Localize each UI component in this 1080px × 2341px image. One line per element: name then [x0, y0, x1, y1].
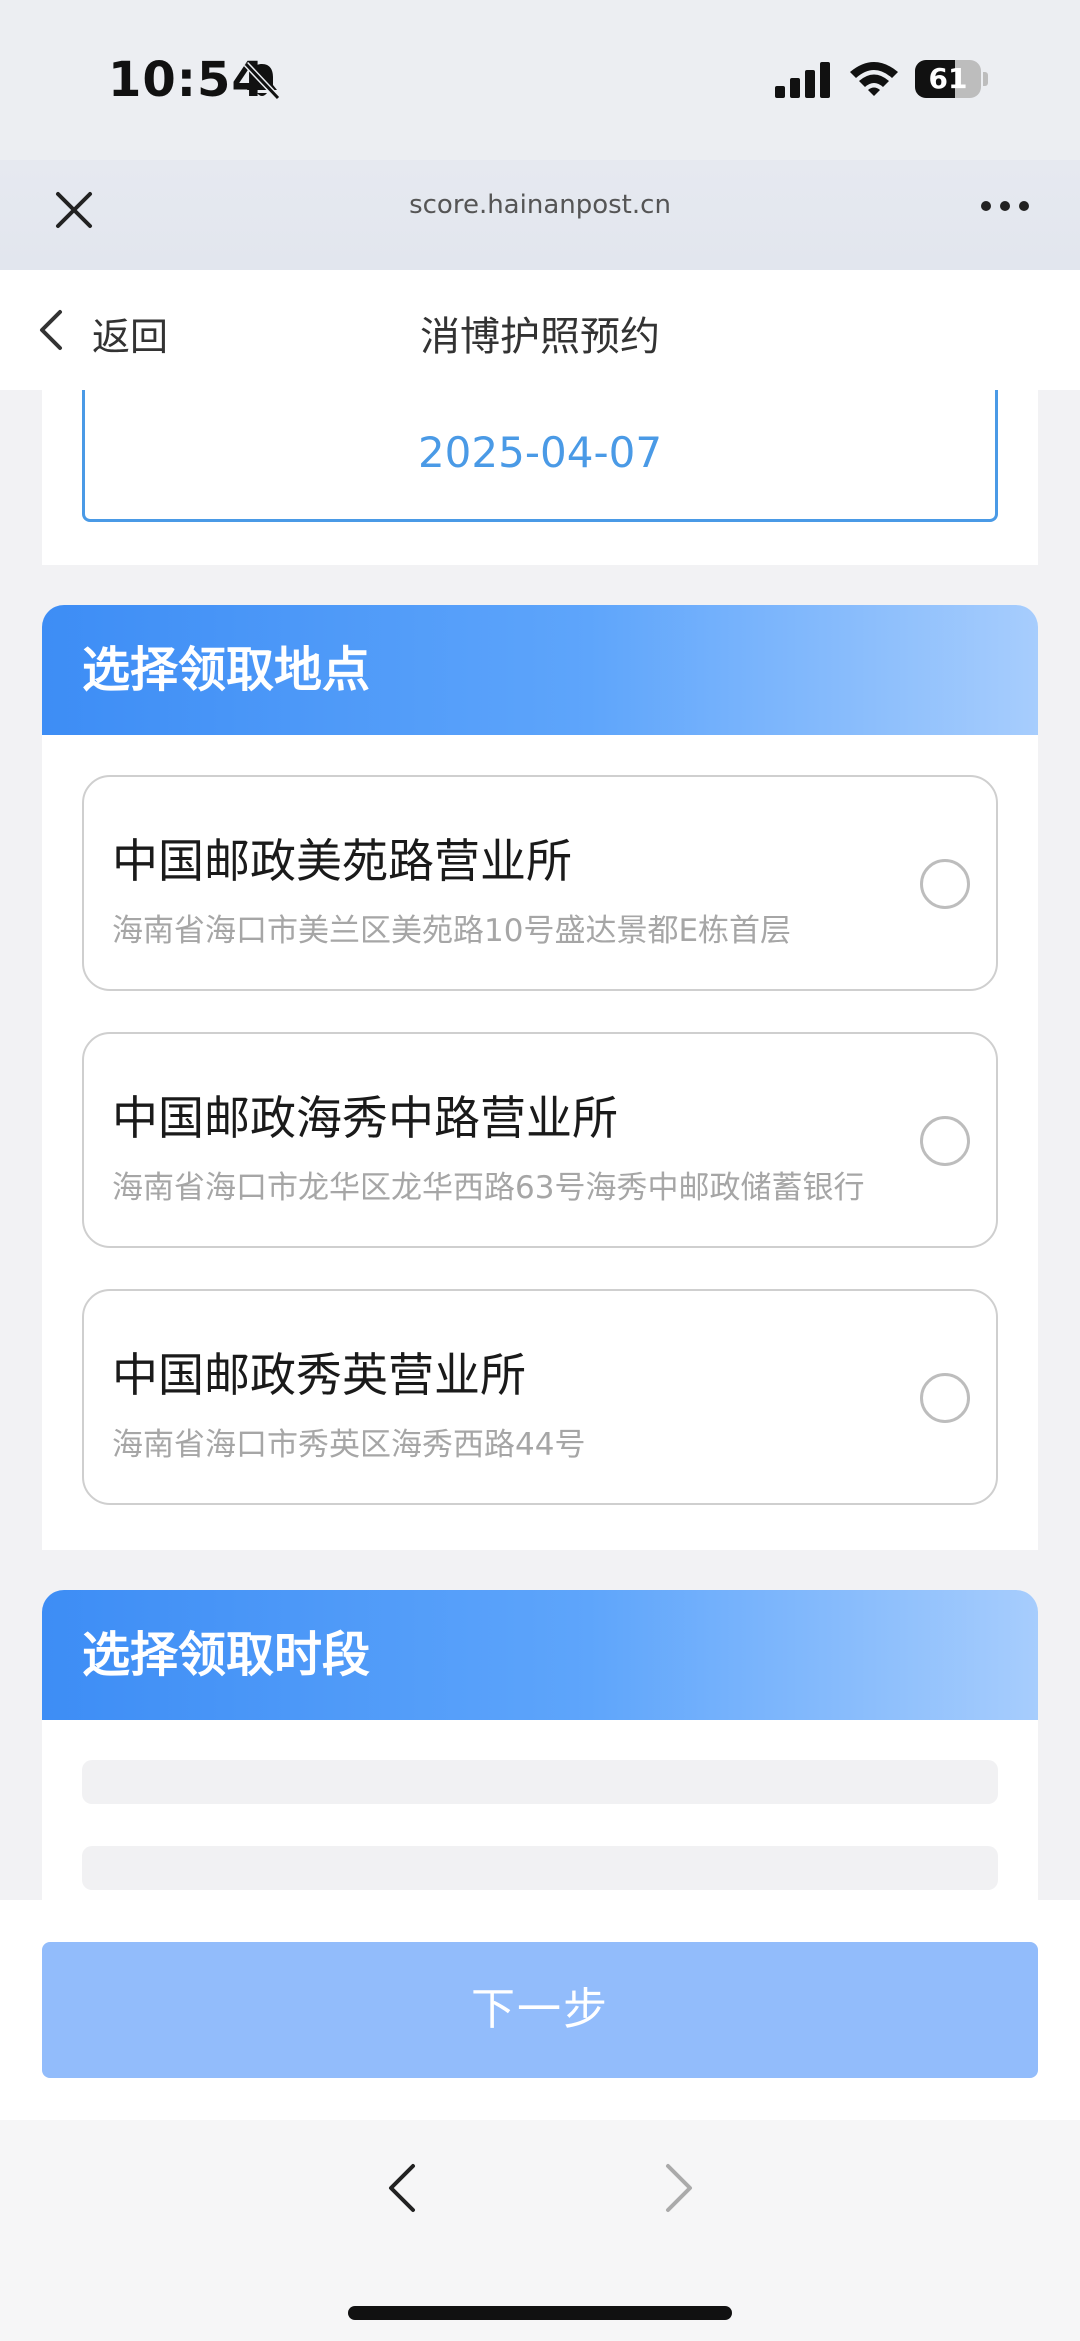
back-arrow-icon[interactable]: [385, 2160, 419, 2216]
battery-level: 61: [928, 62, 968, 95]
location-section: 选择领取地点 中国邮政美苑路营业所 海南省海口市美兰区美苑路10号盛达景都E栋首…: [42, 605, 1038, 1550]
content-area[interactable]: 2025-04-07 选择领取地点 中国邮政美苑路营业所 海南省海口市美兰区美苑…: [0, 390, 1080, 1900]
status-bar: 10:54 61: [0, 0, 1080, 160]
location-address: 海南省海口市龙华区龙华西路63号海秀中邮政储蓄银行: [112, 1170, 865, 1206]
date-field[interactable]: 2025-04-07: [82, 390, 998, 522]
date-card: 2025-04-07: [42, 390, 1038, 565]
location-address: 海南省海口市秀英区海秀西路44号: [112, 1427, 586, 1463]
radio-button[interactable]: [920, 1373, 970, 1423]
radio-button[interactable]: [920, 1116, 970, 1166]
location-option[interactable]: 中国邮政海秀中路营业所 海南省海口市龙华区龙华西路63号海秀中邮政储蓄银行: [82, 1032, 998, 1248]
location-name: 中国邮政海秀中路营业所: [112, 1091, 618, 1145]
time-slot-placeholder: [82, 1846, 998, 1890]
location-option[interactable]: 中国邮政美苑路营业所 海南省海口市美兰区美苑路10号盛达景都E栋首层: [82, 775, 998, 991]
home-indicator: [348, 2306, 732, 2320]
location-address: 海南省海口市美兰区美苑路10号盛达景都E栋首层: [112, 913, 792, 949]
location-name: 中国邮政秀英营业所: [112, 1348, 526, 1402]
page-title: 消博护照预约: [420, 314, 660, 360]
location-option[interactable]: 中国邮政秀英营业所 海南省海口市秀英区海秀西路44号: [82, 1289, 998, 1505]
radio-button[interactable]: [920, 859, 970, 909]
browser-toolbar: [0, 2120, 1080, 2341]
next-button[interactable]: 下一步: [42, 1942, 1038, 2078]
location-section-title: 选择领取地点: [42, 605, 1038, 735]
forward-arrow-icon[interactable]: [662, 2160, 696, 2216]
nav-bar: 返回 消博护照预约: [0, 270, 1080, 390]
location-name: 中国邮政美苑路营业所: [112, 834, 572, 888]
time-slot-placeholder: [82, 1760, 998, 1804]
more-icon[interactable]: [978, 198, 1032, 214]
time-section: 选择领取时段: [42, 1590, 1038, 1900]
battery-icon: 61: [915, 60, 988, 98]
browser-bar: score.hainanpost.cn: [0, 160, 1080, 270]
signal-icon: [775, 62, 830, 98]
time-section-title: 选择领取时段: [42, 1590, 1038, 1720]
bell-slash-icon: [243, 61, 281, 101]
bottom-action-area: 下一步: [0, 1900, 1080, 2120]
wifi-icon: [850, 62, 898, 96]
url-label: score.hainanpost.cn: [409, 190, 671, 220]
